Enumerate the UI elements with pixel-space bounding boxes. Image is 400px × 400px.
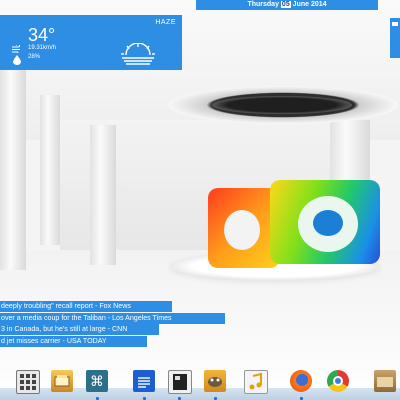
weather-condition: HAZE bbox=[155, 19, 176, 26]
news-item[interactable]: deeply troubling" recall report - Fox Ne… bbox=[0, 301, 172, 312]
date-widget: Thursday 05 June 2014 bbox=[196, 0, 378, 10]
weather-widget[interactable]: HAZE 34° 19.31km/h 28% bbox=[0, 15, 182, 70]
wallpaper-pillar bbox=[40, 95, 60, 245]
app-grid-icon[interactable] bbox=[16, 370, 40, 394]
svg-text:⌘: ⌘ bbox=[90, 374, 104, 390]
right-edge-widget[interactable] bbox=[390, 18, 400, 58]
cube-hole bbox=[313, 210, 343, 236]
chrome-icon[interactable] bbox=[327, 370, 349, 392]
folder-icon[interactable] bbox=[374, 370, 396, 392]
date-month-year: June 2014 bbox=[292, 1, 327, 8]
gimp-icon[interactable] bbox=[204, 370, 226, 392]
rainbow-cube-sculpture bbox=[208, 180, 383, 270]
news-item[interactable]: over a media coup for the Taliban - Los … bbox=[0, 312, 225, 324]
news-feed-widget: deeply troubling" recall report - Fox Ne… bbox=[0, 301, 270, 347]
text-editor-icon[interactable] bbox=[133, 370, 155, 392]
date-weekday: Thursday bbox=[247, 1, 279, 8]
command-key-icon[interactable]: ⌘ bbox=[86, 370, 108, 392]
sun-haze-icon bbox=[121, 43, 155, 65]
news-item[interactable]: 3 in Canada, but he's still at large - C… bbox=[0, 324, 159, 335]
dock: ⌘ bbox=[0, 364, 400, 400]
weather-humidity: 28% bbox=[28, 54, 41, 60]
firefox-icon[interactable] bbox=[290, 370, 312, 392]
cube-hole bbox=[224, 210, 260, 250]
weather-temperature: 34° bbox=[28, 25, 56, 45]
wind-icon bbox=[12, 45, 20, 53]
music-icon[interactable] bbox=[244, 370, 268, 394]
weather-wind: 19.31km/h bbox=[28, 45, 57, 51]
date-day: 05 bbox=[280, 1, 291, 8]
wallpaper-pillar bbox=[0, 70, 26, 270]
file-manager-icon[interactable] bbox=[51, 370, 73, 392]
wallpaper-pillar bbox=[90, 125, 116, 265]
ceiling-light-core bbox=[212, 96, 352, 114]
droplet-icon bbox=[13, 55, 21, 65]
news-item[interactable]: d jet misses carrier - USA TODAY bbox=[0, 335, 147, 347]
terminal-icon[interactable] bbox=[168, 370, 192, 394]
